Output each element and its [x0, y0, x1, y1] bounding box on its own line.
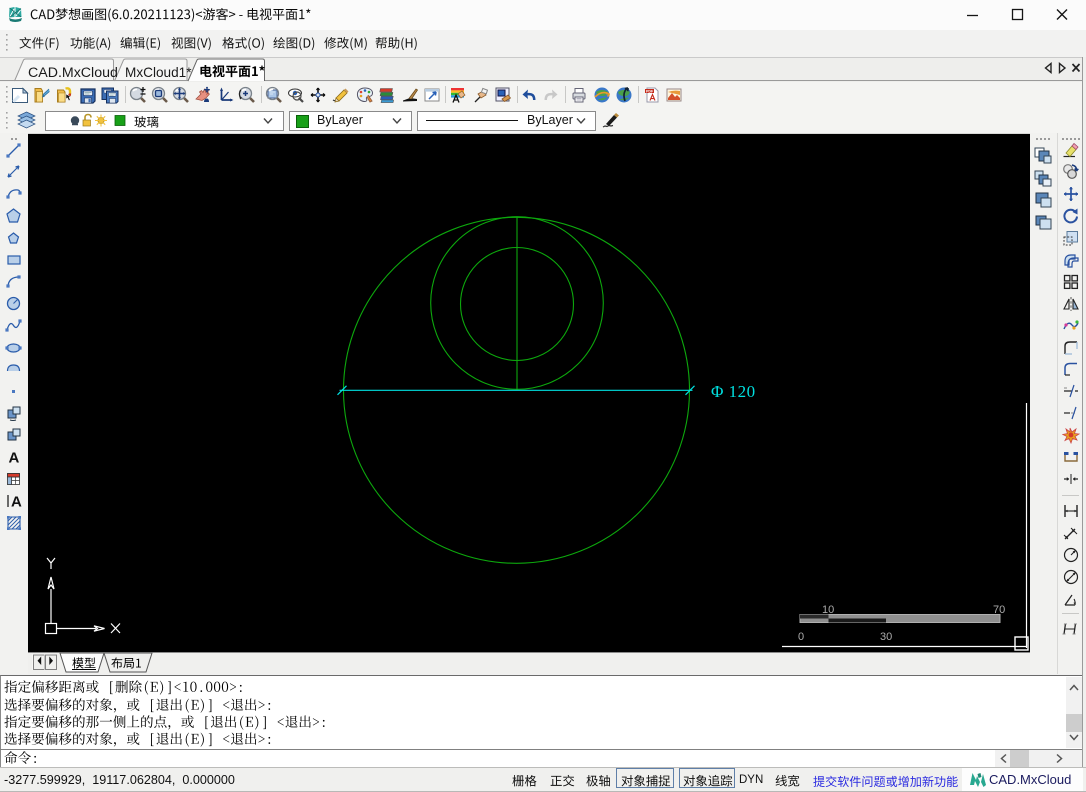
svg-text:MxCloud1*: MxCloud1*	[125, 65, 192, 80]
svg-text:CAD.MxCloud: CAD.MxCloud	[28, 65, 118, 81]
svg-text:PDF: PDF	[646, 90, 654, 94]
svg-text:Φ 120: Φ 120	[711, 382, 756, 401]
svg-text:0: 0	[798, 631, 804, 643]
svg-text:A: A	[9, 450, 20, 467]
svg-text:A: A	[11, 494, 22, 511]
svg-text:30: 30	[880, 631, 892, 643]
